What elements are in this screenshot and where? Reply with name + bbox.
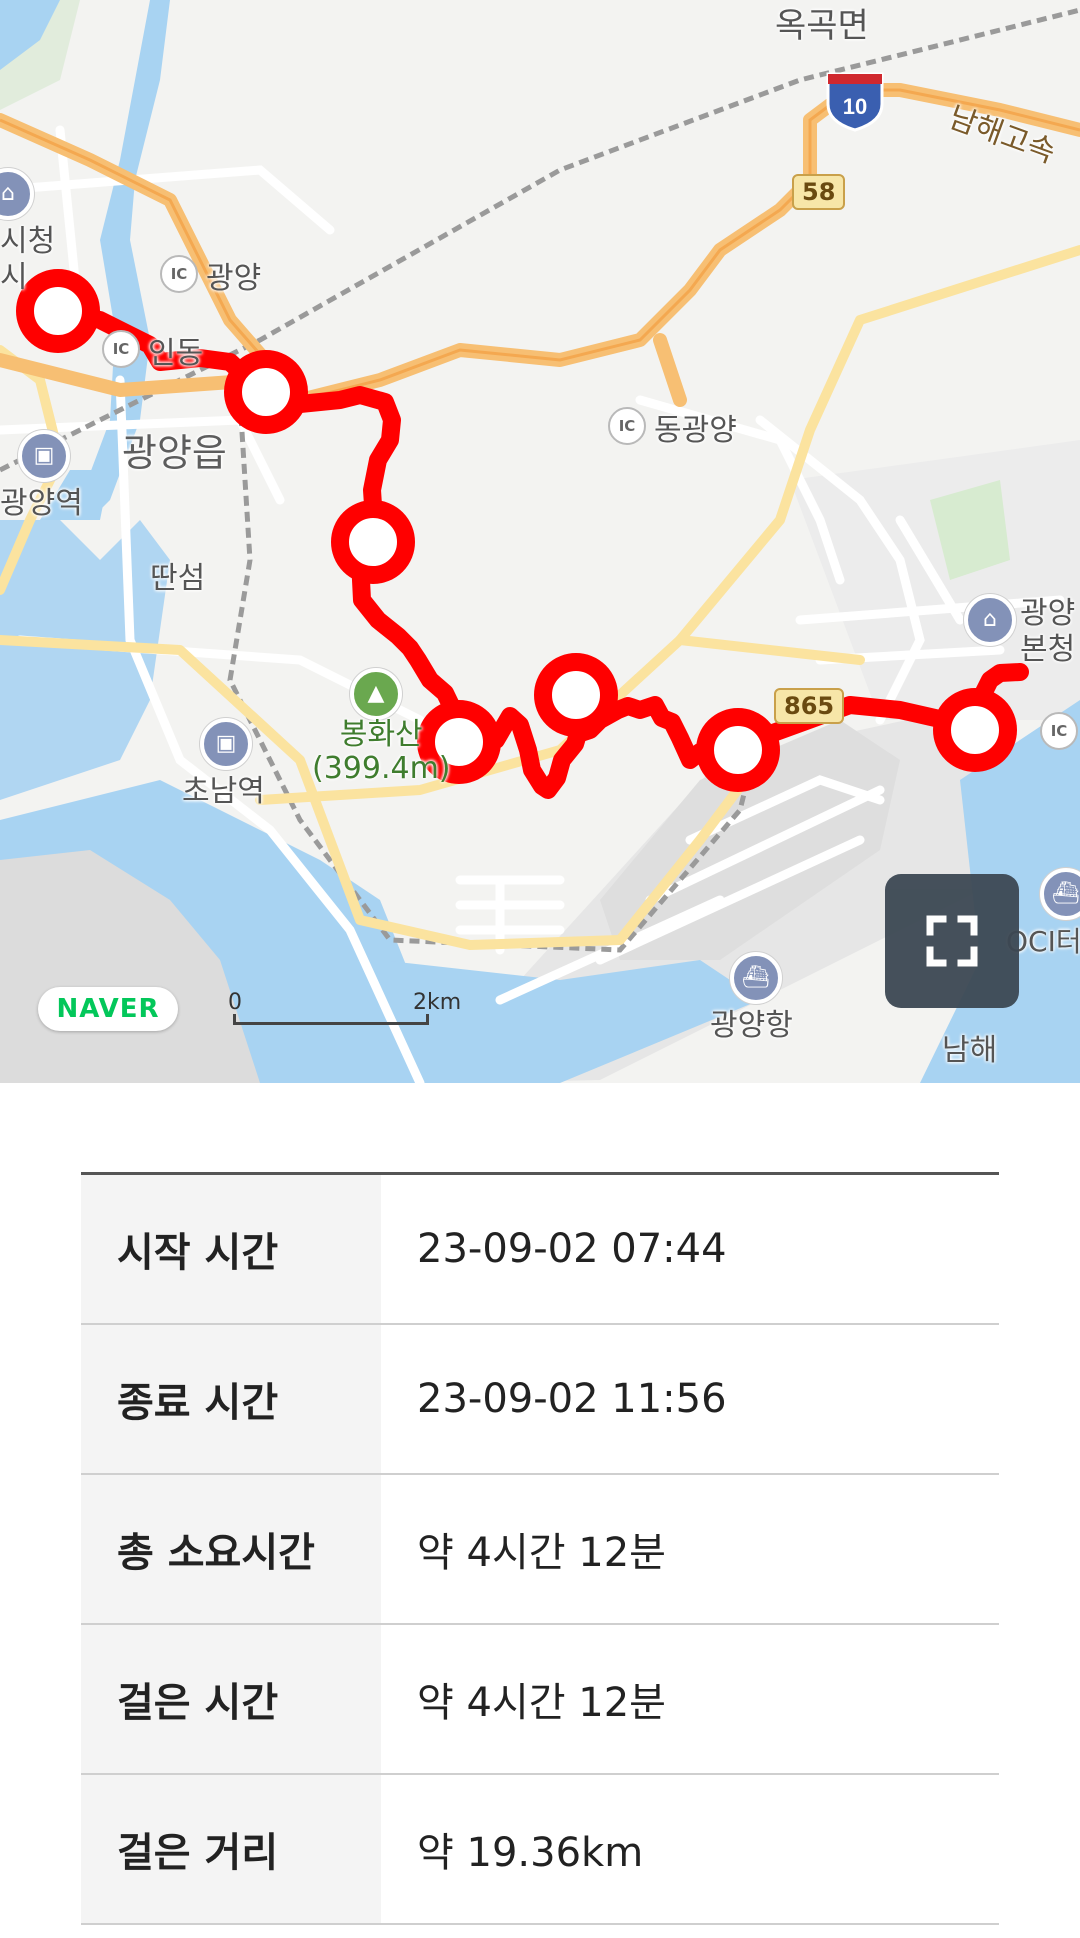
mountain-name: 봉화산: [339, 717, 423, 752]
place-label: 광양역: [0, 486, 83, 521]
waypoint-marker-icon: [933, 688, 1017, 772]
place-label: 인동: [148, 336, 204, 371]
waypoint-marker-icon: [331, 500, 415, 584]
government-building-icon: ⌂: [964, 594, 1016, 646]
place-label: 남해: [942, 1033, 998, 1068]
port-icon: ⛴: [730, 952, 782, 1004]
scale-line: [233, 1014, 429, 1025]
waypoint-marker-icon: [696, 708, 780, 792]
scale-end-label: 2km: [413, 990, 462, 1015]
place-label: 옥곡면: [775, 6, 869, 46]
table-row: 걸은 시간 약 4시간 12분: [81, 1625, 999, 1775]
waypoint-marker-icon: [534, 653, 618, 737]
ic-badge: IC: [102, 330, 140, 368]
expressway-shield-icon: 10: [826, 72, 884, 132]
place-label: 딴섬: [150, 561, 206, 596]
place-label: 동광양: [654, 413, 737, 448]
row-label: 종료 시간: [81, 1325, 381, 1473]
train-station-icon: ▣: [18, 430, 70, 482]
route-shield: 865: [774, 688, 845, 724]
place-label: 본청: [1020, 632, 1076, 667]
row-value: 23-09-02 11:56: [417, 1376, 727, 1422]
row-label: 시작 시간: [81, 1175, 381, 1323]
fullscreen-icon: [926, 915, 978, 967]
place-label: 광양: [206, 261, 262, 296]
scale-start-label: 0: [228, 990, 242, 1015]
fullscreen-button[interactable]: [885, 874, 1019, 1008]
waypoint-marker-icon: [224, 350, 308, 434]
map-view[interactable]: 옥곡면 남해고속 시청 시 광양읍 광양역 딴섬 초남역 광양항 남해 OCI터…: [0, 0, 1080, 1083]
table-row: 걸은 거리 약 19.36km: [81, 1775, 999, 1925]
train-station-icon: ▣: [200, 718, 252, 770]
place-label: 광양읍: [122, 431, 227, 475]
table-row: 시작 시간 23-09-02 07:44: [81, 1175, 999, 1325]
table-row: 종료 시간 23-09-02 11:56: [81, 1325, 999, 1475]
waypoint-marker-icon: [16, 269, 100, 353]
row-label: 걸은 거리: [81, 1775, 381, 1923]
row-label: 걸은 시간: [81, 1625, 381, 1773]
map-scale-bar: 0 2km: [228, 990, 461, 1030]
table-row: 총 소요시간 약 4시간 12분: [81, 1475, 999, 1625]
route-shield: 58: [792, 174, 846, 210]
mountain-elevation: (399.4m): [312, 751, 451, 786]
mountain-icon: ▲: [350, 668, 402, 720]
expressway-number: 10: [843, 94, 867, 119]
naver-logo[interactable]: NAVER: [38, 987, 178, 1031]
mountain-label: 봉화산 (399.4m): [312, 718, 451, 786]
ic-badge: IC: [608, 407, 646, 445]
place-label: 시: [0, 260, 28, 295]
ic-badge: IC: [1040, 712, 1078, 750]
row-label: 총 소요시간: [81, 1475, 381, 1623]
place-label: 광양항: [710, 1008, 793, 1043]
place-label: 초남역: [182, 774, 265, 809]
row-value: 약 19.36km: [417, 1830, 644, 1876]
ic-badge: IC: [160, 255, 198, 293]
row-value: 약 4시간 12분: [417, 1530, 666, 1576]
row-value: 23-09-02 07:44: [417, 1226, 727, 1272]
row-value: 약 4시간 12분: [417, 1680, 666, 1726]
walk-summary-table: 시작 시간 23-09-02 07:44 종료 시간 23-09-02 11:5…: [81, 1172, 999, 1925]
